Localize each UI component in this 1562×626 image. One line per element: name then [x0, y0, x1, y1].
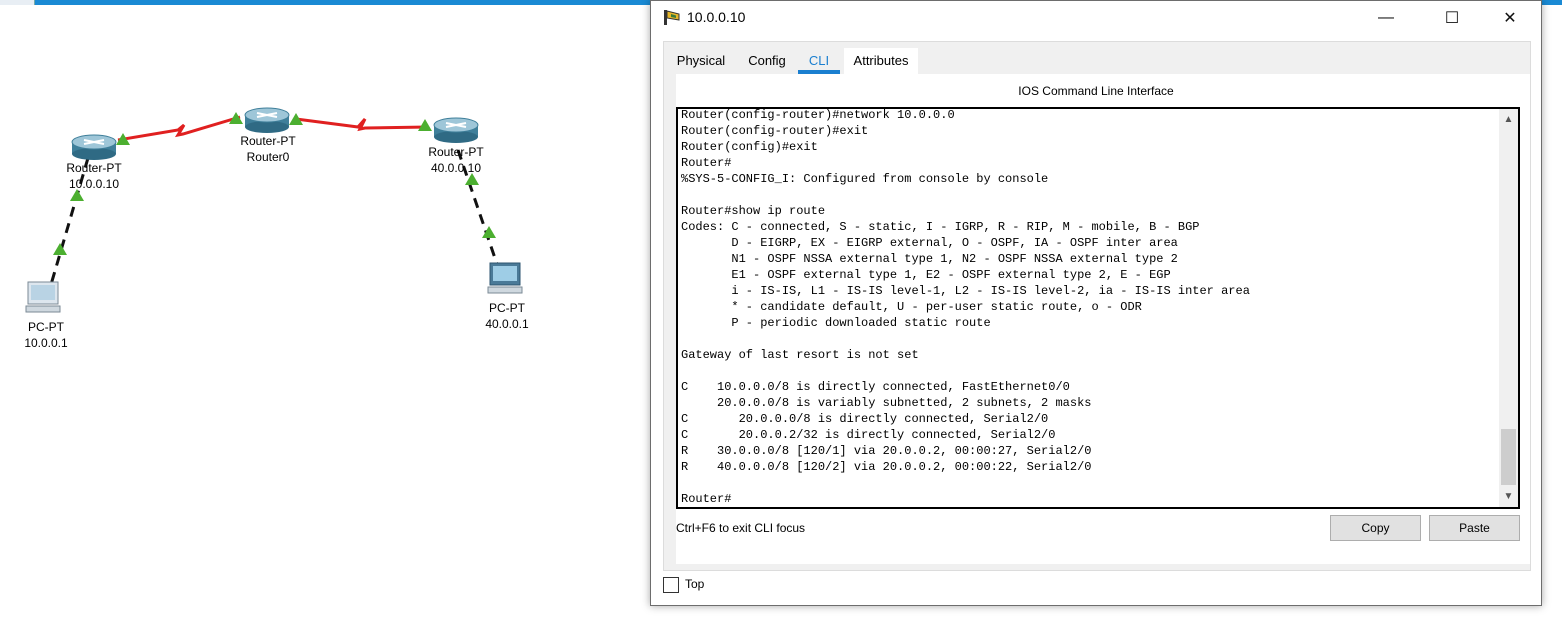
pc-right-label: PC-PT 40.0.0.1 — [467, 300, 547, 332]
link-up-icon — [418, 119, 432, 131]
tab-label: CLI — [808, 53, 830, 68]
pc-icon[interactable] — [25, 281, 61, 313]
router-right-label: Router-PT 40.0.0.10 — [416, 144, 496, 176]
dialog-title: 10.0.0.10 — [687, 9, 746, 25]
device-dialog: 10.0.0.10 — ☐ ✕ Physical Config CLI Attr… — [650, 0, 1542, 606]
tab-label: Config — [748, 53, 786, 68]
device-name-label: 10.0.0.10 — [68, 177, 120, 191]
topology-canvas — [25, 107, 523, 313]
serial-link-left[interactable] — [117, 115, 241, 142]
device-type-label: Router-PT — [240, 134, 296, 148]
network-workspace[interactable]: Router-PT 10.0.0.10 Router-PT Router0 Ro… — [0, 5, 650, 626]
device-name-label: 40.0.0.10 — [430, 161, 482, 175]
cli-focus-hint: Ctrl+F6 to exit CLI focus — [676, 521, 806, 535]
tab-label: Attributes — [853, 53, 909, 68]
device-type-label: PC-PT — [489, 301, 525, 315]
router-icon[interactable] — [433, 117, 479, 143]
top-checkbox[interactable] — [663, 577, 679, 593]
link-up-icon — [53, 243, 67, 255]
cli-content: IOS Command Line Interface Router(config… — [676, 74, 1530, 564]
router-icon[interactable] — [244, 107, 290, 133]
device-name-label: 10.0.0.1 — [24, 336, 68, 350]
terminal-output[interactable]: Router(config-router)#network 10.0.0.0 R… — [681, 109, 1250, 507]
router-middle-label: Router-PT Router0 — [228, 133, 308, 165]
cli-terminal[interactable]: Router(config-router)#network 10.0.0.0 R… — [676, 107, 1520, 509]
scroll-down-icon[interactable]: ▼ — [1499, 488, 1518, 505]
copy-button[interactable]: Copy — [1330, 515, 1421, 541]
tab-label: Physical — [676, 53, 726, 68]
device-type-label: PC-PT — [28, 320, 64, 334]
cli-heading: IOS Command Line Interface — [1018, 84, 1174, 98]
tab-config[interactable]: Config — [740, 48, 794, 74]
link-up-icon — [229, 112, 243, 124]
packet-tracer-icon — [664, 10, 680, 25]
scrollbar-thumb[interactable] — [1501, 429, 1516, 485]
router-left-label: Router-PT 10.0.0.10 — [54, 160, 134, 192]
device-name-label: 40.0.0.1 — [485, 317, 529, 331]
dialog-panel: Physical Config CLI Attributes IOS Comma… — [663, 41, 1531, 571]
serial-link-right[interactable] — [295, 117, 429, 132]
tab-physical[interactable]: Physical — [668, 48, 734, 74]
pc-left-label: PC-PT 10.0.0.1 — [6, 319, 86, 351]
pc-icon[interactable] — [487, 262, 523, 294]
tab-cli[interactable]: CLI — [798, 48, 840, 74]
tab-attributes[interactable]: Attributes — [844, 48, 918, 74]
device-name-label: Router0 — [246, 150, 290, 164]
top-checkbox-label[interactable]: Top — [685, 577, 704, 591]
router-icon[interactable] — [71, 134, 117, 160]
device-type-label: Router-PT — [66, 161, 122, 175]
device-type-label: Router-PT — [428, 145, 484, 159]
terminal-scrollbar[interactable]: ▲ ▼ — [1499, 109, 1518, 507]
dialog-titlebar[interactable]: 10.0.0.10 — ☐ ✕ — [651, 1, 1541, 34]
close-button[interactable]: ✕ — [1487, 1, 1533, 34]
link-up-icon — [482, 226, 496, 238]
paste-button[interactable]: Paste — [1429, 515, 1520, 541]
scroll-up-icon[interactable]: ▲ — [1499, 111, 1518, 128]
minimize-button[interactable]: — — [1363, 1, 1409, 34]
maximize-button[interactable]: ☐ — [1429, 1, 1475, 34]
